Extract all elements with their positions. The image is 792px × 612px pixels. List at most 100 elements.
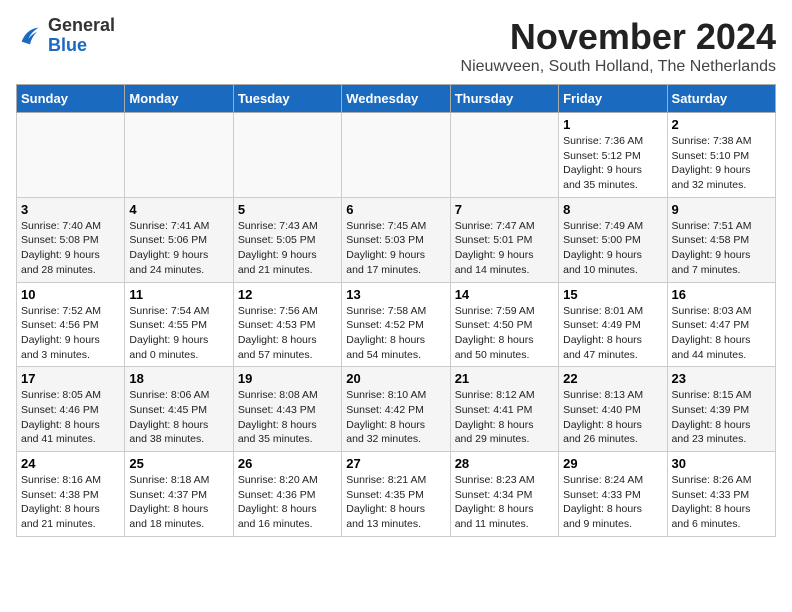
day-number: 29 xyxy=(563,456,662,471)
day-info: Sunrise: 7:38 AM Sunset: 5:10 PM Dayligh… xyxy=(672,134,771,193)
day-info: Sunrise: 8:05 AM Sunset: 4:46 PM Dayligh… xyxy=(21,388,120,447)
weekday-header-sunday: Sunday xyxy=(17,85,125,113)
day-number: 24 xyxy=(21,456,120,471)
calendar-cell: 16 Sunrise: 8:03 AM Sunset: 4:47 PM Dayli… xyxy=(667,282,775,367)
day-number: 11 xyxy=(129,287,228,302)
calendar-cell xyxy=(233,113,341,198)
calendar-cell: 12 Sunrise: 7:56 AM Sunset: 4:53 PM Dayli… xyxy=(233,282,341,367)
calendar-week-row: 24 Sunrise: 8:16 AM Sunset: 4:38 PM Dayli… xyxy=(17,452,776,537)
calendar-cell: 6 Sunrise: 7:45 AM Sunset: 5:03 PM Daylig… xyxy=(342,197,450,282)
weekday-header-monday: Monday xyxy=(125,85,233,113)
day-number: 25 xyxy=(129,456,228,471)
calendar-week-row: 1 Sunrise: 7:36 AM Sunset: 5:12 PM Daylig… xyxy=(17,113,776,198)
day-info: Sunrise: 8:21 AM Sunset: 4:35 PM Dayligh… xyxy=(346,473,445,532)
calendar-cell: 27 Sunrise: 8:21 AM Sunset: 4:35 PM Dayli… xyxy=(342,452,450,537)
day-number: 12 xyxy=(238,287,337,302)
logo-bird-icon xyxy=(16,22,44,50)
day-info: Sunrise: 7:54 AM Sunset: 4:55 PM Dayligh… xyxy=(129,304,228,363)
calendar-week-row: 10Sunrise: 7:52 AM Sunset: 4:56 PM Dayli… xyxy=(17,282,776,367)
day-number: 16 xyxy=(672,287,771,302)
calendar-cell: 20 Sunrise: 8:10 AM Sunset: 4:42 PM Dayli… xyxy=(342,367,450,452)
day-number: 8 xyxy=(563,202,662,217)
day-number: 19 xyxy=(238,371,337,386)
day-info: Sunrise: 8:13 AM Sunset: 4:40 PM Dayligh… xyxy=(563,388,662,447)
calendar-cell: 4 Sunrise: 7:41 AM Sunset: 5:06 PM Daylig… xyxy=(125,197,233,282)
day-number: 23 xyxy=(672,371,771,386)
calendar-cell: 5Sunrise: 7:43 AM Sunset: 5:05 PM Daylig… xyxy=(233,197,341,282)
calendar-cell: 1 Sunrise: 7:36 AM Sunset: 5:12 PM Daylig… xyxy=(559,113,667,198)
day-number: 7 xyxy=(455,202,554,217)
day-info: Sunrise: 7:36 AM Sunset: 5:12 PM Dayligh… xyxy=(563,134,662,193)
calendar-cell: 18 Sunrise: 8:06 AM Sunset: 4:45 PM Dayli… xyxy=(125,367,233,452)
day-info: Sunrise: 7:52 AM Sunset: 4:56 PM Dayligh… xyxy=(21,304,120,363)
calendar-cell: 24 Sunrise: 8:16 AM Sunset: 4:38 PM Dayli… xyxy=(17,452,125,537)
calendar-cell: 30Sunrise: 8:26 AM Sunset: 4:33 PM Dayli… xyxy=(667,452,775,537)
logo: General Blue xyxy=(16,16,115,56)
day-number: 28 xyxy=(455,456,554,471)
day-info: Sunrise: 7:59 AM Sunset: 4:50 PM Dayligh… xyxy=(455,304,554,363)
location-subtitle: Nieuwveen, South Holland, The Netherland… xyxy=(461,58,776,76)
day-number: 3 xyxy=(21,202,120,217)
day-number: 15 xyxy=(563,287,662,302)
weekday-header-wednesday: Wednesday xyxy=(342,85,450,113)
day-number: 9 xyxy=(672,202,771,217)
calendar-cell xyxy=(450,113,558,198)
calendar-cell: 25Sunrise: 8:18 AM Sunset: 4:37 PM Dayli… xyxy=(125,452,233,537)
calendar-cell: 10Sunrise: 7:52 AM Sunset: 4:56 PM Dayli… xyxy=(17,282,125,367)
day-number: 26 xyxy=(238,456,337,471)
calendar-week-row: 3 Sunrise: 7:40 AM Sunset: 5:08 PM Daylig… xyxy=(17,197,776,282)
day-info: Sunrise: 8:10 AM Sunset: 4:42 PM Dayligh… xyxy=(346,388,445,447)
day-info: Sunrise: 8:20 AM Sunset: 4:36 PM Dayligh… xyxy=(238,473,337,532)
calendar-cell: 7 Sunrise: 7:47 AM Sunset: 5:01 PM Daylig… xyxy=(450,197,558,282)
calendar-cell: 17Sunrise: 8:05 AM Sunset: 4:46 PM Dayli… xyxy=(17,367,125,452)
calendar-cell: 22Sunrise: 8:13 AM Sunset: 4:40 PM Dayli… xyxy=(559,367,667,452)
calendar-cell: 19Sunrise: 8:08 AM Sunset: 4:43 PM Dayli… xyxy=(233,367,341,452)
header: General Blue November 2024 Nieuwveen, So… xyxy=(16,16,776,76)
day-info: Sunrise: 8:24 AM Sunset: 4:33 PM Dayligh… xyxy=(563,473,662,532)
day-info: Sunrise: 7:56 AM Sunset: 4:53 PM Dayligh… xyxy=(238,304,337,363)
day-info: Sunrise: 8:03 AM Sunset: 4:47 PM Dayligh… xyxy=(672,304,771,363)
day-number: 4 xyxy=(129,202,228,217)
weekday-header-friday: Friday xyxy=(559,85,667,113)
day-info: Sunrise: 8:23 AM Sunset: 4:34 PM Dayligh… xyxy=(455,473,554,532)
day-number: 20 xyxy=(346,371,445,386)
day-number: 18 xyxy=(129,371,228,386)
day-info: Sunrise: 7:43 AM Sunset: 5:05 PM Dayligh… xyxy=(238,219,337,278)
day-info: Sunrise: 7:47 AM Sunset: 5:01 PM Dayligh… xyxy=(455,219,554,278)
month-title: November 2024 xyxy=(461,16,776,58)
day-info: Sunrise: 7:40 AM Sunset: 5:08 PM Dayligh… xyxy=(21,219,120,278)
logo-blue-text: Blue xyxy=(48,35,87,55)
day-info: Sunrise: 7:45 AM Sunset: 5:03 PM Dayligh… xyxy=(346,219,445,278)
calendar-cell xyxy=(17,113,125,198)
day-number: 13 xyxy=(346,287,445,302)
calendar-cell: 13Sunrise: 7:58 AM Sunset: 4:52 PM Dayli… xyxy=(342,282,450,367)
day-number: 6 xyxy=(346,202,445,217)
calendar-table: SundayMondayTuesdayWednesdayThursdayFrid… xyxy=(16,84,776,537)
day-info: Sunrise: 8:16 AM Sunset: 4:38 PM Dayligh… xyxy=(21,473,120,532)
day-info: Sunrise: 8:01 AM Sunset: 4:49 PM Dayligh… xyxy=(563,304,662,363)
calendar-cell: 2Sunrise: 7:38 AM Sunset: 5:10 PM Daylig… xyxy=(667,113,775,198)
day-info: Sunrise: 7:41 AM Sunset: 5:06 PM Dayligh… xyxy=(129,219,228,278)
calendar-cell: 3 Sunrise: 7:40 AM Sunset: 5:08 PM Daylig… xyxy=(17,197,125,282)
day-number: 21 xyxy=(455,371,554,386)
calendar-cell: 21 Sunrise: 8:12 AM Sunset: 4:41 PM Dayli… xyxy=(450,367,558,452)
weekday-header-tuesday: Tuesday xyxy=(233,85,341,113)
day-info: Sunrise: 7:51 AM Sunset: 4:58 PM Dayligh… xyxy=(672,219,771,278)
calendar-cell: 8 Sunrise: 7:49 AM Sunset: 5:00 PM Daylig… xyxy=(559,197,667,282)
calendar-cell xyxy=(125,113,233,198)
calendar-cell: 9 Sunrise: 7:51 AM Sunset: 4:58 PM Daylig… xyxy=(667,197,775,282)
day-info: Sunrise: 8:12 AM Sunset: 4:41 PM Dayligh… xyxy=(455,388,554,447)
day-number: 1 xyxy=(563,117,662,132)
title-area: November 2024 Nieuwveen, South Holland, … xyxy=(461,16,776,76)
calendar-cell: 26 Sunrise: 8:20 AM Sunset: 4:36 PM Dayli… xyxy=(233,452,341,537)
day-info: Sunrise: 7:49 AM Sunset: 5:00 PM Dayligh… xyxy=(563,219,662,278)
day-info: Sunrise: 8:06 AM Sunset: 4:45 PM Dayligh… xyxy=(129,388,228,447)
day-number: 14 xyxy=(455,287,554,302)
day-number: 27 xyxy=(346,456,445,471)
calendar-cell: 28 Sunrise: 8:23 AM Sunset: 4:34 PM Dayli… xyxy=(450,452,558,537)
calendar-cell xyxy=(342,113,450,198)
logo-general-text: General xyxy=(48,15,115,35)
day-info: Sunrise: 8:15 AM Sunset: 4:39 PM Dayligh… xyxy=(672,388,771,447)
calendar-header-row: SundayMondayTuesdayWednesdayThursdayFrid… xyxy=(17,85,776,113)
day-info: Sunrise: 8:26 AM Sunset: 4:33 PM Dayligh… xyxy=(672,473,771,532)
